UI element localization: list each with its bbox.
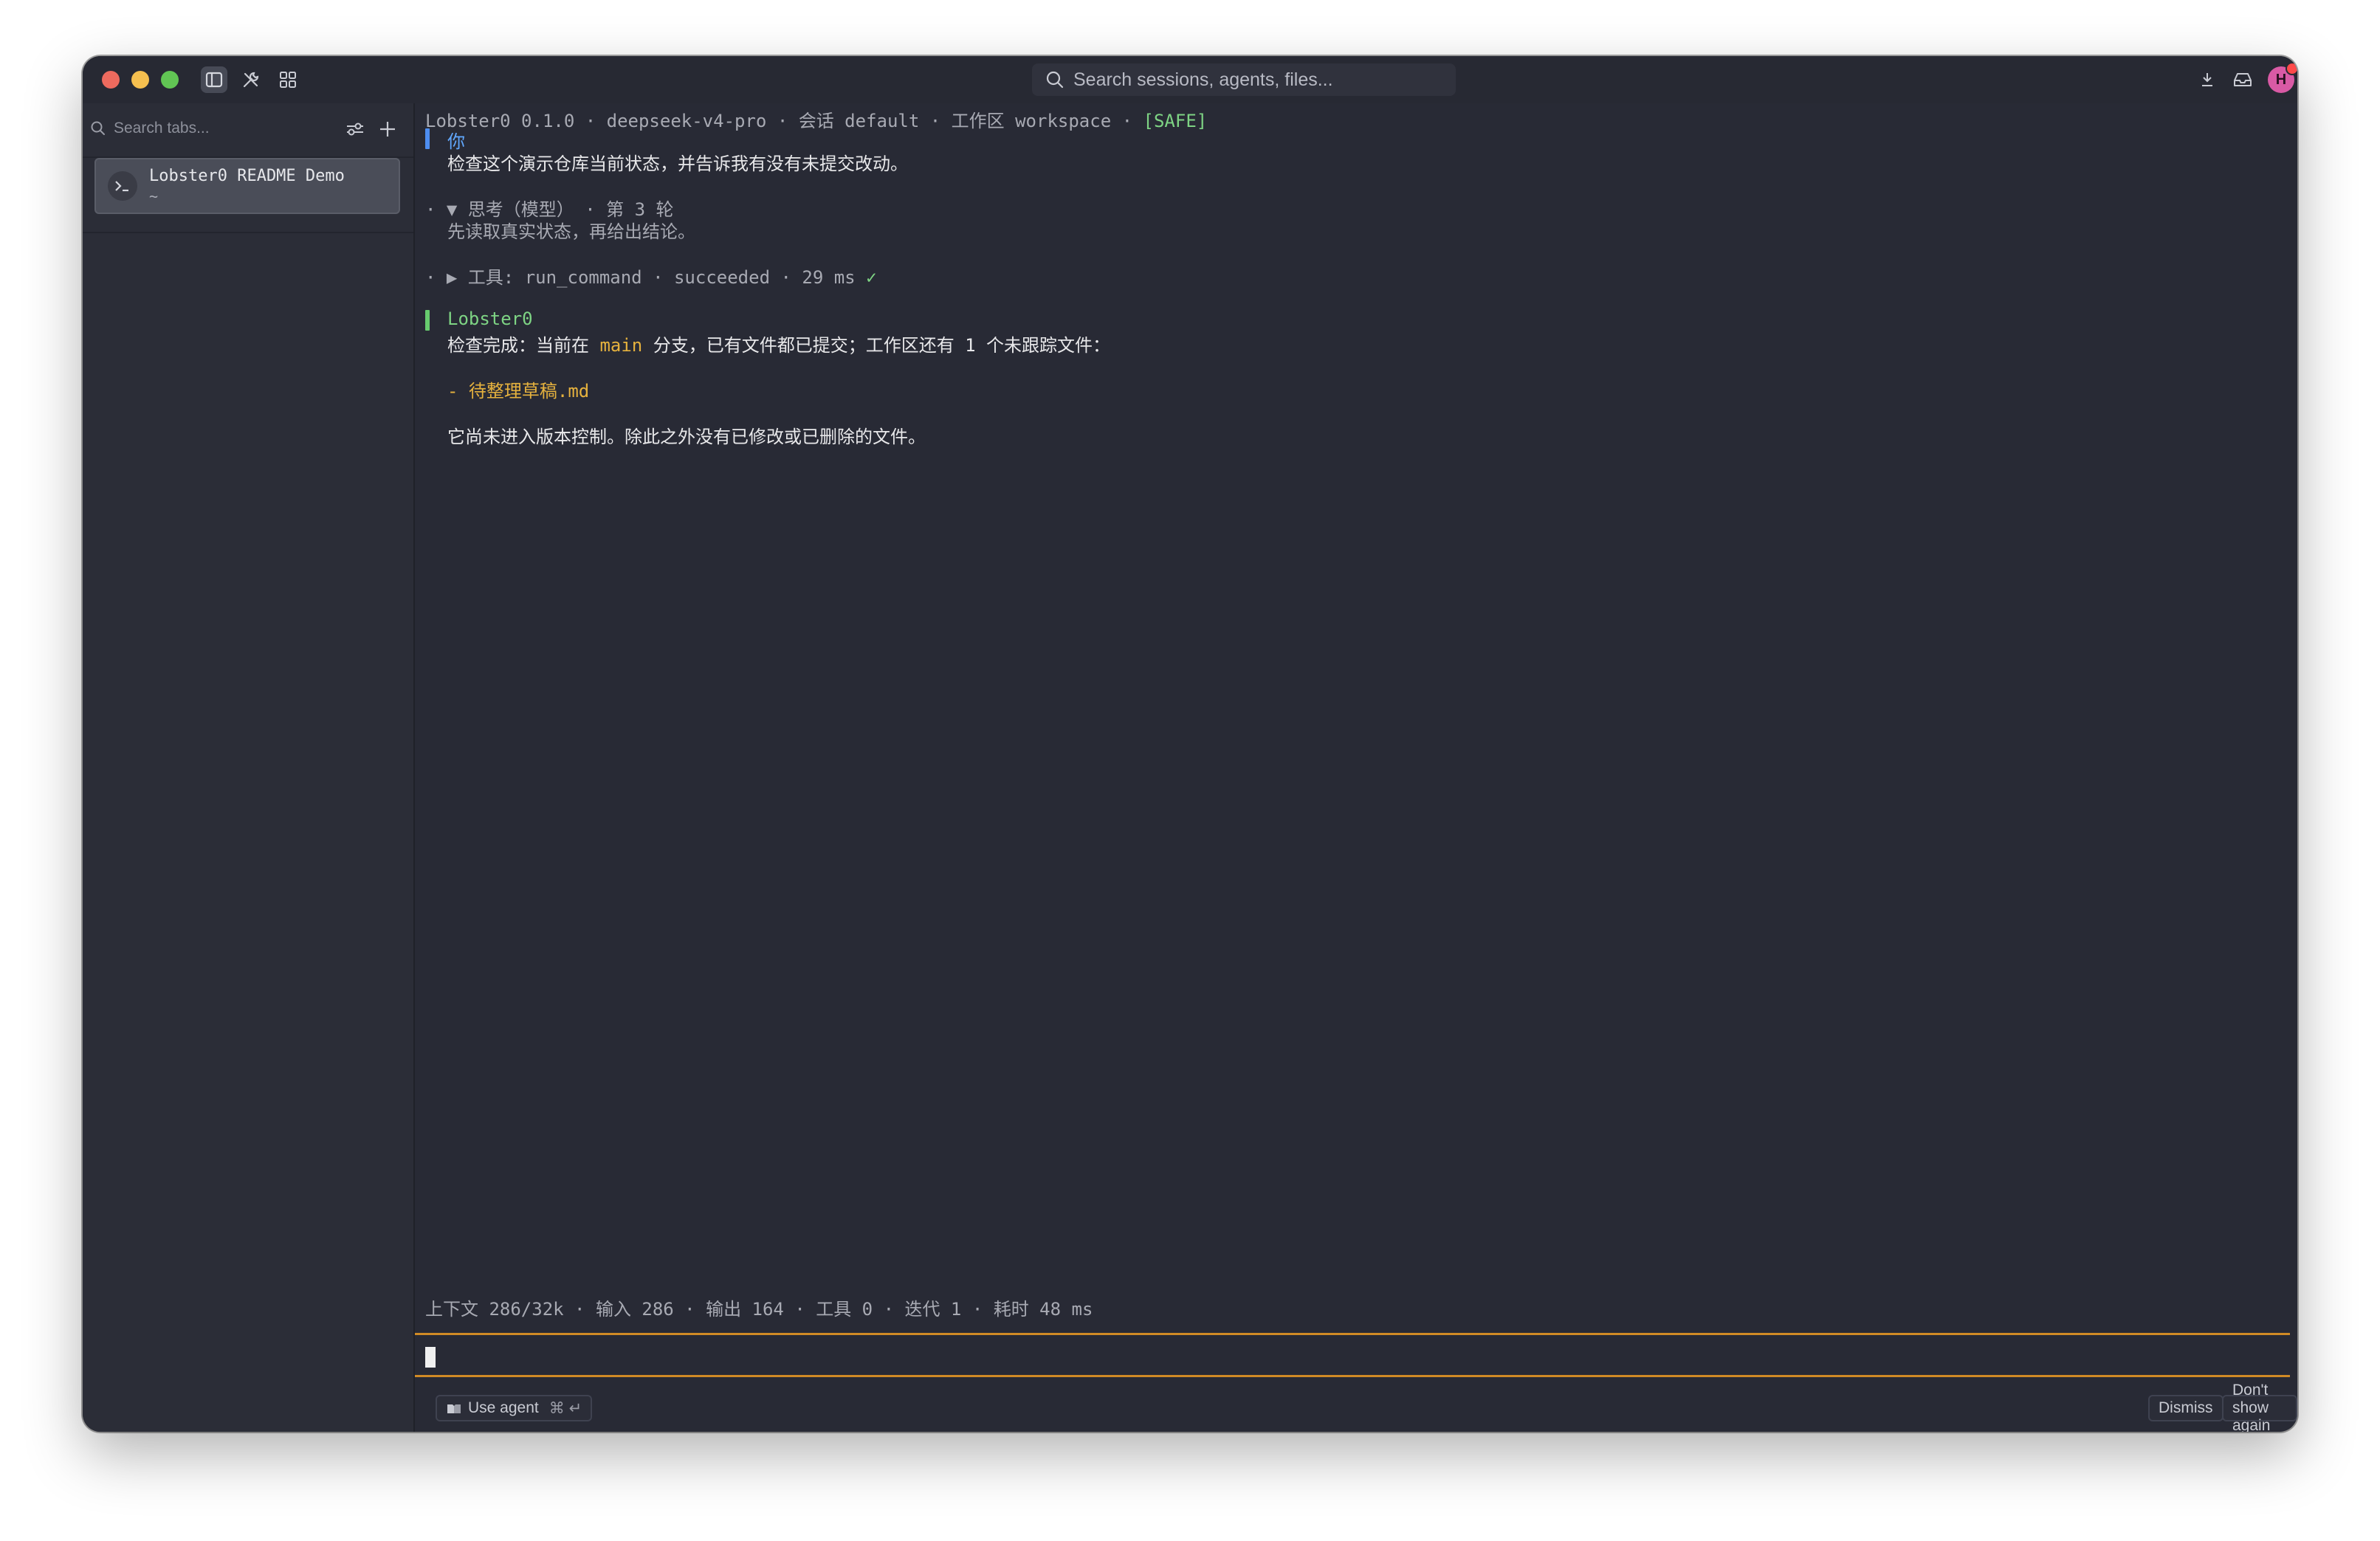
success-check-icon: ✓ — [866, 267, 877, 288]
assistant-message-bar — [425, 310, 430, 331]
thinking-text: 先读取真实状态，再给出结论。 — [447, 221, 695, 242]
terminal-icon — [108, 171, 137, 201]
tools-icon[interactable] — [238, 66, 264, 93]
use-agent-button[interactable]: Use agent ⌘ ↵ — [436, 1395, 593, 1421]
tab-title: Lobster0 README Demo — [149, 167, 345, 185]
footer-bar: Use agent ⌘ ↵ Dismiss Don't show again — [415, 1382, 2297, 1432]
user-message: 检查这个演示仓库当前状态，并告诉我有没有未提交改动。 — [447, 154, 908, 174]
use-agent-shortcut: ⌘ ↵ — [548, 1399, 582, 1417]
untracked-file: - 待整理草稿.md — [447, 381, 590, 401]
assistant-label: Lobster0 — [447, 308, 533, 329]
sidebar-toggle-icon[interactable] — [201, 66, 227, 93]
grid-icon[interactable] — [275, 66, 301, 93]
assistant-reply: 检查完成：当前在 main 分支，已有文件都已提交；工作区还有 1 个未跟踪文件… — [447, 335, 1111, 356]
sidebar-divider — [83, 232, 413, 233]
notification-badge — [2286, 62, 2297, 75]
safe-mode-badge: [SAFE] — [1143, 111, 1208, 131]
zoom-window-button[interactable] — [161, 71, 179, 89]
download-icon[interactable] — [2194, 66, 2221, 93]
app-window: Search sessions, agents, files... H Sear… — [83, 56, 2297, 1432]
global-search-input[interactable]: Search sessions, agents, files... — [1032, 63, 1456, 96]
usage-stats: 上下文 286/32k · 输入 286 · 输出 164 · 工具 0 · 迭… — [425, 1299, 1093, 1320]
inbox-icon[interactable] — [2229, 66, 2256, 93]
close-window-button[interactable] — [102, 71, 120, 89]
tab-search-placeholder: Search tabs... — [114, 120, 210, 137]
sidebar: Search tabs... Lobster0 README Demo ~ — [83, 103, 415, 1432]
dismiss-button[interactable]: Dismiss — [2148, 1395, 2223, 1421]
search-icon — [1046, 71, 1064, 89]
user-message-bar — [425, 128, 430, 149]
terminal-view[interactable]: Lobster0 0.1.0 · deepseek-v4-pro · 会话 de… — [415, 103, 2297, 1328]
prompt-input[interactable] — [415, 1333, 2290, 1377]
text-cursor — [425, 1347, 436, 1368]
branch-name: main — [599, 335, 643, 356]
dont-show-again-button[interactable]: Don't show again — [2222, 1382, 2297, 1432]
title-bar: Search sessions, agents, files... H — [83, 56, 2297, 105]
new-tab-icon[interactable] — [375, 117, 400, 142]
minimize-window-button[interactable] — [131, 71, 149, 89]
filter-icon[interactable] — [343, 117, 368, 142]
tab-subtitle: ~ — [149, 187, 159, 205]
tool-call-line[interactable]: · ▶ 工具: run_command · succeeded · 29 ms … — [425, 263, 877, 289]
assistant-conclusion: 它尚未进入版本控制。除此之外没有已修改或已删除的文件。 — [447, 427, 926, 447]
agent-icon — [447, 1404, 461, 1413]
sidebar-tab-lobster0-readme-demo[interactable]: Lobster0 README Demo ~ — [94, 158, 400, 214]
search-icon — [91, 121, 105, 135]
global-search-placeholder: Search sessions, agents, files... — [1073, 69, 1333, 90]
session-header: Lobster0 0.1.0 · deepseek-v4-pro · 会话 de… — [425, 111, 1208, 131]
use-agent-label: Use agent — [468, 1399, 539, 1416]
